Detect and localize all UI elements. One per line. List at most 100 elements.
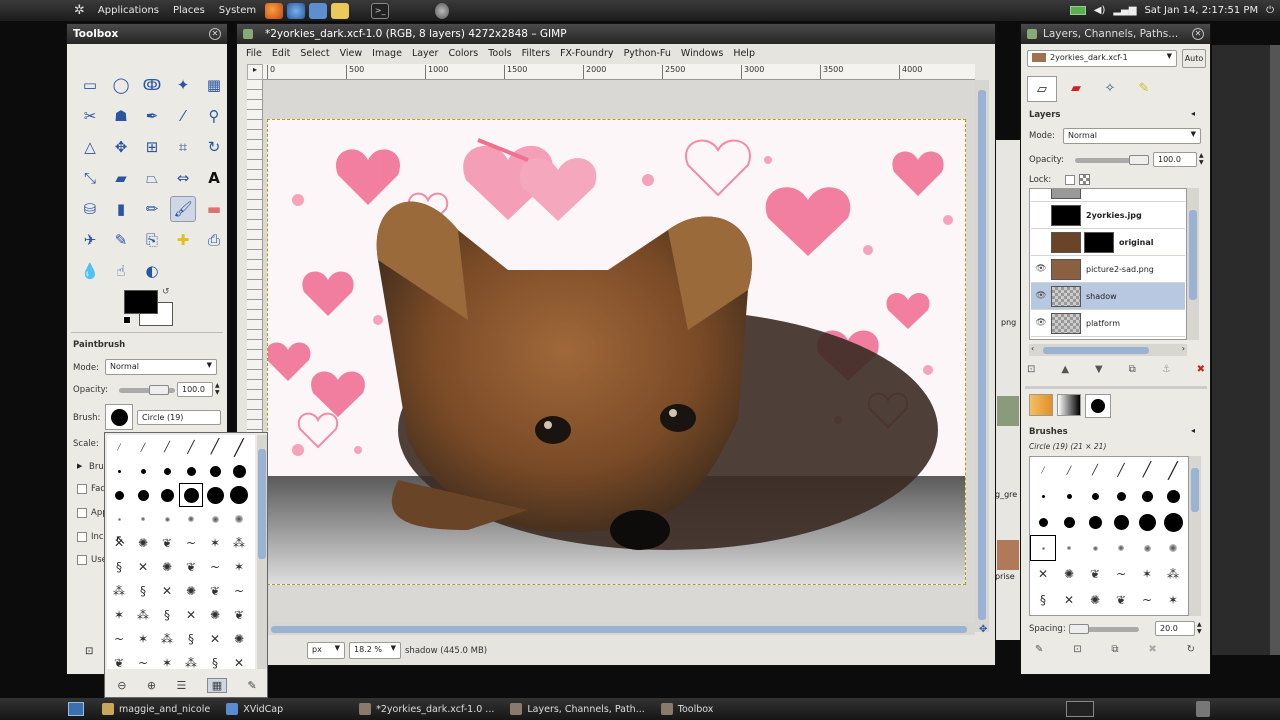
apply-jitter-checkbox[interactable] — [77, 508, 87, 518]
navigate-icon[interactable]: ✥ — [979, 624, 987, 635]
expander-arrow-icon[interactable]: ▶ — [77, 462, 82, 470]
brush-cell[interactable] — [1056, 483, 1082, 509]
brush-cell[interactable]: ╱ — [131, 435, 155, 459]
crop-icon[interactable]: ⌗ — [170, 134, 196, 160]
ink-icon[interactable]: ✎ — [108, 227, 134, 253]
brush-name-field[interactable]: Circle (19) — [137, 410, 221, 425]
brush-cell[interactable]: ╱ — [203, 435, 227, 459]
show-desktop-icon[interactable] — [68, 702, 84, 716]
move-icon[interactable]: ✥ — [108, 134, 134, 160]
zoom-out-icon[interactable]: ⊖ — [117, 679, 126, 692]
delete-brush-icon[interactable]: ✖ — [1148, 644, 1156, 660]
brush-cell[interactable]: § — [203, 651, 227, 669]
brush-cell[interactable]: ✺ — [227, 627, 251, 651]
gnome-foot-icon[interactable]: ✲ — [74, 3, 85, 18]
mode-select[interactable]: Normal ▼ — [105, 359, 217, 375]
brush-cell[interactable]: ✺ — [1082, 587, 1108, 613]
brush-cell[interactable] — [1134, 483, 1160, 509]
incremental-checkbox[interactable] — [77, 532, 87, 542]
layer-row[interactable]: 👁 shadow — [1031, 283, 1185, 310]
rotate-icon[interactable]: ↻ — [201, 134, 227, 160]
spacing-slider-handle[interactable] — [1069, 624, 1089, 634]
brush-cell[interactable]: ╱ — [107, 435, 131, 459]
layer-opacity-spinner-icon[interactable]: ▲ ▼ — [1199, 152, 1204, 166]
taskbar-item[interactable]: Toolbox — [653, 698, 722, 720]
workspace-switcher[interactable] — [1066, 701, 1094, 717]
brush-cell[interactable] — [203, 459, 227, 483]
brush-cell[interactable]: ╱ — [1056, 457, 1082, 483]
brush-cell[interactable]: § — [107, 555, 131, 579]
zoom-select[interactable]: 18.2 % ▼ — [349, 642, 401, 659]
menu-filters[interactable]: Filters — [517, 48, 555, 59]
tab-patterns-icon[interactable] — [1029, 394, 1053, 416]
auto-button[interactable]: Auto — [1182, 49, 1206, 68]
menu-view[interactable]: View — [335, 48, 368, 59]
tab-channels-icon[interactable]: ▰ — [1061, 76, 1091, 100]
brush-cell[interactable] — [227, 483, 251, 507]
layers-hscrollbar[interactable]: ‹ › — [1029, 344, 1187, 356]
save-options-icon[interactable]: ⊡ — [85, 646, 93, 657]
brush-cell[interactable]: ✺ — [1056, 561, 1082, 587]
layer-mode-select[interactable]: Normal ▼ — [1063, 128, 1201, 144]
brush-cell[interactable]: ❦ — [107, 651, 131, 669]
brush-cell[interactable]: ╱ — [1030, 457, 1056, 483]
foreground-color-swatch[interactable] — [124, 290, 158, 314]
brush-cell[interactable] — [1160, 483, 1186, 509]
ruler-corner[interactable]: ▸ — [247, 64, 263, 80]
brush-cell[interactable]: ⁂ — [227, 531, 251, 555]
volume-icon[interactable]: ◀) — [1094, 5, 1106, 16]
fade-checkbox[interactable] — [77, 484, 87, 494]
clone-icon[interactable]: ⎘ — [139, 227, 165, 253]
thunderbird-icon[interactable] — [287, 2, 306, 19]
battery-icon[interactable] — [1069, 6, 1086, 15]
image-select[interactable]: 2yorkies_dark.xcf-1 ▼ — [1027, 50, 1177, 67]
horizontal-scrollbar[interactable] — [263, 623, 975, 635]
menu-python-fu[interactable]: Python-Fu — [619, 48, 676, 59]
dodge-burn-icon[interactable]: ◐ — [139, 258, 165, 284]
free-select-icon[interactable]: ↂ — [139, 72, 165, 98]
layer-row[interactable]: 👁 picture2-sad.png — [1031, 256, 1185, 283]
visibility-eye-icon[interactable]: 👁 — [1031, 264, 1051, 274]
brush-cell[interactable]: ❦ — [203, 579, 227, 603]
brush-cell[interactable] — [1056, 535, 1082, 561]
tab-paths-icon[interactable]: ✧ — [1095, 76, 1125, 100]
layers-list-scroll-thumb[interactable] — [1189, 210, 1197, 300]
smudge-icon[interactable]: ☝ — [108, 258, 134, 284]
airbrush-icon[interactable]: ✈ — [77, 227, 103, 253]
text-icon[interactable]: A — [201, 165, 227, 191]
brush-cell[interactable] — [1030, 483, 1056, 509]
duplicate-layer-icon[interactable]: ⧉ — [1129, 364, 1136, 380]
brush-cell[interactable] — [107, 483, 131, 507]
close-icon[interactable]: ✕ — [209, 28, 221, 40]
pencil-icon[interactable]: ✏ — [139, 196, 165, 222]
ellipse-select-icon[interactable]: ◯ — [108, 72, 134, 98]
brush-cell[interactable]: § — [155, 603, 179, 627]
spacing-spinner-icon[interactable]: ▲ ▼ — [1197, 621, 1202, 635]
menu-fx-foundry[interactable]: FX-Foundry — [555, 48, 618, 59]
dock-divider[interactable] — [1025, 386, 1207, 389]
brush-cell[interactable] — [155, 507, 179, 531]
layer-row-partial[interactable] — [1031, 189, 1185, 202]
brush-cell[interactable] — [131, 483, 155, 507]
brush-cell[interactable] — [1108, 535, 1134, 561]
dock-brush-grid[interactable]: ╱ ╱ ╱ ╱ ╱ ╱ ✕ ✺ ❦ ~ ✶ ⁂ § ✕ ✺ ❦ ~ ✶ — [1029, 456, 1189, 616]
brush-cell[interactable] — [1082, 483, 1108, 509]
swap-colors-icon[interactable]: ↺ — [162, 287, 170, 297]
brush-cell[interactable]: ╱ — [155, 435, 179, 459]
brush-cell[interactable]: ✶ — [107, 603, 131, 627]
delete-layer-icon[interactable]: ✖ — [1197, 364, 1205, 380]
brush-cell[interactable]: ✺ — [131, 531, 155, 555]
horizontal-ruler[interactable]: 0 500 1000 1500 2000 2500 3000 3500 4000 — [263, 64, 975, 80]
brush-cell[interactable] — [227, 459, 251, 483]
terminal-icon[interactable]: >_ — [371, 2, 390, 19]
brush-cell[interactable]: ⁂ — [1160, 561, 1186, 587]
vertical-scrollbar[interactable] — [975, 80, 989, 632]
firefox-icon[interactable] — [265, 2, 284, 19]
brush-cell[interactable]: ~ — [107, 627, 131, 651]
brush-cell[interactable]: ╱ — [227, 435, 251, 459]
brush-cell[interactable]: ~ — [1108, 561, 1134, 587]
layer-mask-thumb[interactable] — [1084, 231, 1114, 253]
taskbar-item[interactable]: XVidCap — [218, 698, 291, 720]
grid-view-icon[interactable]: ▦ — [206, 677, 228, 693]
brush-cell[interactable]: ✺ — [155, 555, 179, 579]
